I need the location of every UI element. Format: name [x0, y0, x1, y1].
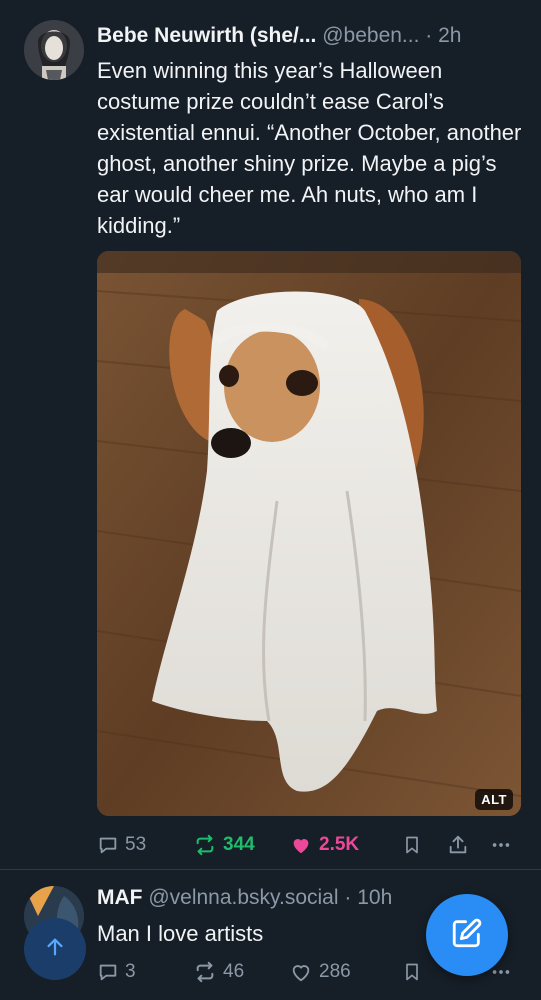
repost-icon [193, 834, 217, 856]
repost-count: 46 [223, 961, 245, 982]
bookmark-icon [402, 834, 422, 856]
more-icon [489, 834, 513, 856]
reply-count: 3 [125, 961, 136, 982]
separator-dot: · [344, 886, 352, 909]
timestamp[interactable]: 2h [438, 24, 461, 47]
handle[interactable]: @beben... [322, 24, 419, 47]
reply-icon [97, 834, 119, 856]
display-name[interactable]: MAF [97, 886, 143, 909]
post-header: Bebe Neuwirth (she/... @beben... · 2h [97, 22, 461, 50]
post-text: Even winning this year’s Halloween costu… [97, 58, 522, 238]
arrow-up-icon [44, 936, 66, 963]
compose-post-button[interactable] [426, 894, 508, 976]
repost-count: 344 [223, 834, 255, 855]
feed-post[interactable]: Bebe Neuwirth (she/... @beben... · 2h Ev… [0, 0, 541, 870]
bookmark-button[interactable] [402, 957, 422, 987]
repost-button[interactable]: 344 [193, 830, 255, 860]
repost-icon [193, 961, 217, 983]
reply-count: 53 [125, 834, 147, 855]
separator-dot: · [425, 24, 433, 47]
alt-text-badge[interactable]: ALT [475, 789, 513, 810]
avatar[interactable] [24, 20, 84, 80]
bookmark-button[interactable] [402, 830, 422, 860]
share-button[interactable] [447, 830, 469, 860]
like-count: 286 [319, 961, 351, 982]
timestamp[interactable]: 10h [357, 886, 392, 909]
reply-button[interactable]: 53 [97, 830, 146, 860]
heart-icon [289, 834, 313, 856]
bookmark-icon [402, 961, 422, 983]
post-image[interactable]: ALT [97, 251, 521, 816]
reply-button[interactable]: 3 [97, 957, 136, 987]
post-actions: 53 344 2.5K [97, 830, 522, 860]
handle[interactable]: @velnna.bsky.social [148, 886, 338, 909]
post-header: MAF @velnna.bsky.social · 10h [97, 884, 392, 912]
like-count: 2.5K [319, 834, 360, 855]
like-button[interactable]: 286 [289, 957, 351, 987]
display-name[interactable]: Bebe Neuwirth (she/... [97, 24, 316, 47]
like-button[interactable]: 2.5K [289, 830, 359, 860]
heart-icon [289, 961, 313, 983]
repost-button[interactable]: 46 [193, 957, 244, 987]
dog-in-ghost-costume-image [97, 251, 521, 816]
share-icon [447, 834, 469, 856]
more-options-button[interactable] [489, 830, 513, 860]
reply-icon [97, 961, 119, 983]
compose-icon [450, 916, 484, 955]
scroll-to-top-button[interactable] [24, 918, 86, 980]
